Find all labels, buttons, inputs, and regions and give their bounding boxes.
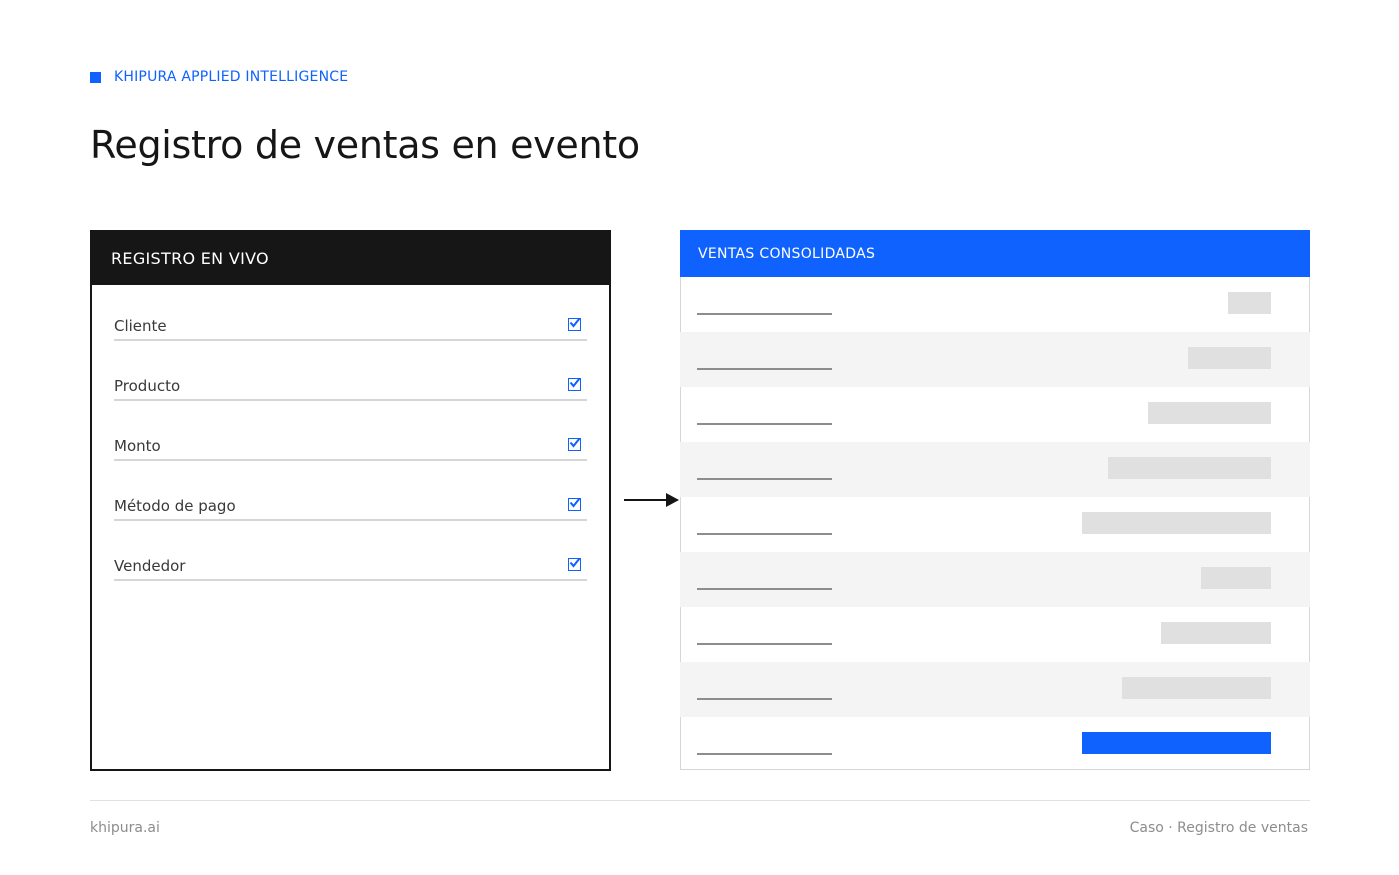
brand-square-icon xyxy=(90,71,101,83)
form-field[interactable]: Producto xyxy=(114,359,587,401)
consolidated-sales-header: VENTAS CONSOLIDADAS xyxy=(680,230,1310,277)
sales-row xyxy=(680,332,1310,387)
row-name-placeholder xyxy=(697,698,832,700)
brand-eyebrow: KHIPURA APPLIED INTELLIGENCE xyxy=(90,68,348,86)
live-register-header: REGISTRO EN VIVO xyxy=(92,232,609,285)
live-register-panel: REGISTRO EN VIVO Cliente Producto Monto Mét… xyxy=(90,230,611,771)
form-field[interactable]: Vendedor xyxy=(114,539,587,581)
field-label: Vendedor xyxy=(114,557,186,575)
form-field[interactable]: Cliente xyxy=(114,299,587,341)
row-name-placeholder xyxy=(697,533,832,535)
row-amount-bar xyxy=(1108,457,1271,479)
row-name-placeholder xyxy=(697,313,832,315)
row-name-placeholder xyxy=(697,588,832,590)
checkbox-checked-icon[interactable] xyxy=(568,317,581,331)
field-label: Producto xyxy=(114,377,181,395)
row-amount-bar xyxy=(1201,567,1271,589)
row-name-placeholder xyxy=(697,368,832,370)
row-amount-bar xyxy=(1122,677,1271,699)
row-name-placeholder xyxy=(697,643,832,645)
field-label: Método de pago xyxy=(114,497,236,515)
sales-row xyxy=(680,442,1310,497)
sales-row xyxy=(681,387,1309,442)
slide: KHIPURA APPLIED INTELLIGENCE Registro de… xyxy=(0,0,1399,875)
brand-eyebrow-text: KHIPURA APPLIED INTELLIGENCE xyxy=(114,69,349,85)
sales-row xyxy=(681,607,1309,662)
checkbox-checked-icon[interactable] xyxy=(568,497,581,511)
sales-row xyxy=(681,497,1309,552)
checkbox-checked-icon[interactable] xyxy=(568,557,581,571)
footer-divider xyxy=(90,800,1310,801)
row-amount-bar xyxy=(1188,347,1271,369)
row-name-placeholder xyxy=(697,753,832,755)
row-amount-bar-highlight xyxy=(1082,732,1271,754)
arrow-right-icon xyxy=(624,493,679,507)
consolidated-sales-panel: VENTAS CONSOLIDADAS xyxy=(680,230,1310,770)
form-field[interactable]: Monto xyxy=(114,419,587,461)
checkbox-checked-icon[interactable] xyxy=(568,437,581,451)
sales-row xyxy=(680,662,1310,717)
row-amount-bar xyxy=(1228,292,1271,314)
row-name-placeholder xyxy=(697,423,832,425)
row-amount-bar xyxy=(1148,402,1271,424)
page-title: Registro de ventas en evento xyxy=(90,123,640,167)
sales-row xyxy=(680,552,1310,607)
form-field[interactable]: Método de pago xyxy=(114,479,587,521)
footer-caption: Caso · Registro de ventas xyxy=(1129,820,1308,836)
field-label: Monto xyxy=(114,437,161,455)
row-amount-bar xyxy=(1161,622,1271,644)
row-name-placeholder xyxy=(697,478,832,480)
sales-row xyxy=(681,717,1309,772)
field-label: Cliente xyxy=(114,317,167,335)
checkbox-checked-icon[interactable] xyxy=(568,377,581,391)
row-amount-bar xyxy=(1082,512,1271,534)
footer-site: khipura.ai xyxy=(90,820,160,836)
sales-row xyxy=(681,277,1309,332)
